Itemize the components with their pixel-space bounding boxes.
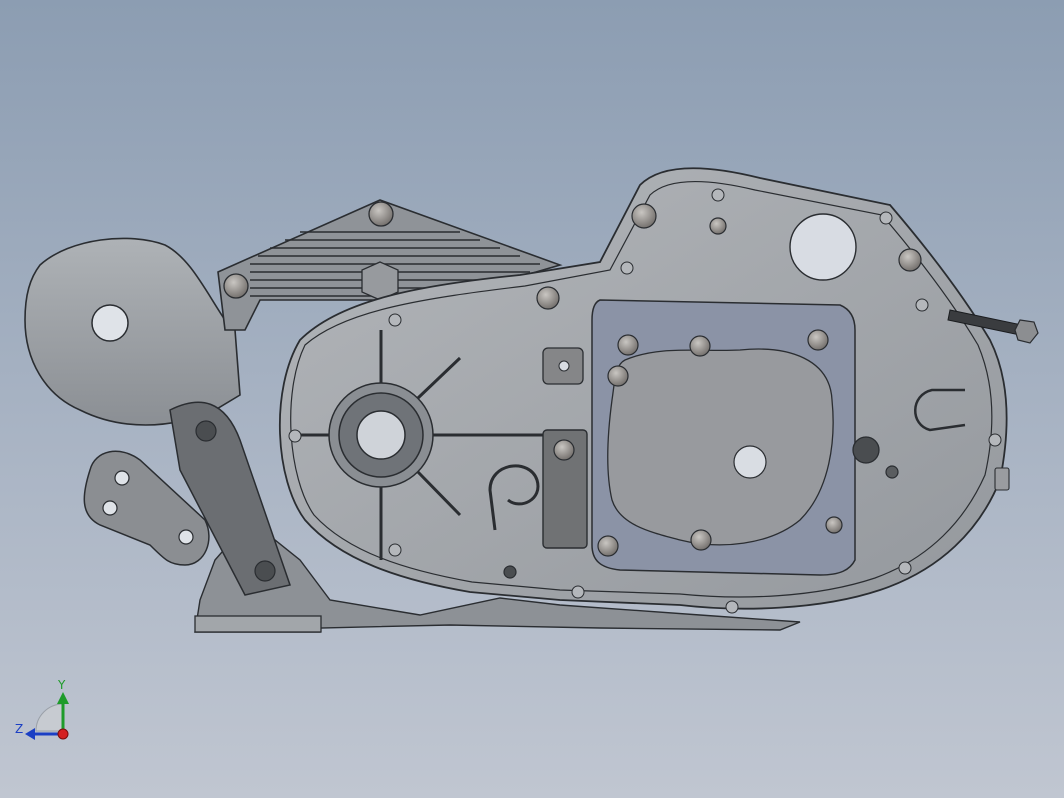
cover-top-opening	[789, 213, 857, 281]
clutch-hub[interactable]	[328, 382, 434, 488]
bracket-bolt-top	[195, 420, 217, 442]
z-axis-label: Z	[15, 722, 24, 736]
fin-left-bolt	[223, 273, 249, 299]
left-mount-plate[interactable]	[24, 237, 241, 426]
foot-flange	[194, 615, 322, 633]
top-bolt	[368, 201, 394, 227]
mount-hole	[91, 304, 129, 342]
bracket-bolt-bottom	[254, 560, 276, 582]
cad-model[interactable]	[0, 0, 1064, 798]
y-axis-label: Y	[58, 678, 66, 692]
adjuster-nut	[1014, 319, 1039, 344]
cavity-center-hole	[733, 445, 767, 479]
side-nut	[994, 467, 1010, 491]
inner-cavity	[607, 348, 834, 546]
graphics-viewport[interactable]: Y Z	[0, 0, 1064, 798]
sight-plug	[852, 436, 880, 464]
